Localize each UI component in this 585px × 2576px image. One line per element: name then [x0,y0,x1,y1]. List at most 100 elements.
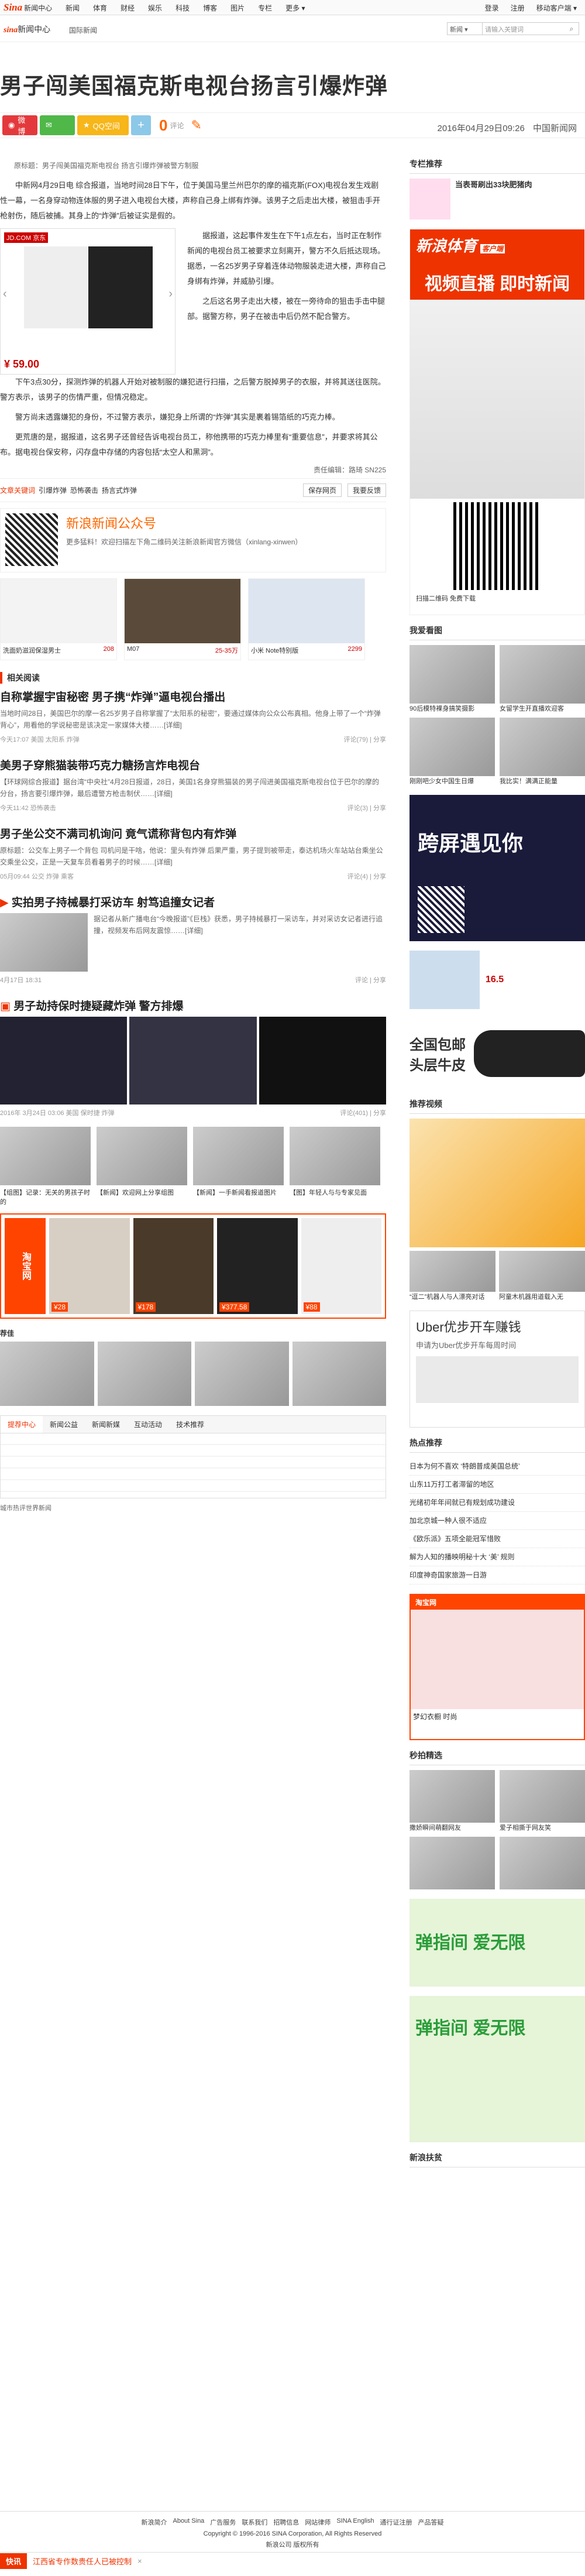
app-ad[interactable]: 弹指间 爱无限 [410,1899,585,1987]
tab-recommend-center[interactable]: 提荐中心 [1,1416,43,1433]
pic-card[interactable]: 我比实！满满正能量 [500,718,585,786]
related-item-stat[interactable]: 评论(79) | 分享 [343,735,386,744]
recommend-image[interactable] [195,1342,289,1406]
related-item-stat[interactable]: 评论 | 分享 [355,975,386,985]
taobao-product[interactable]: ¥377.58 [217,1218,298,1314]
breadcrumb[interactable]: 国际新闻 [69,25,97,35]
second-card[interactable] [410,1837,495,1889]
app-ad[interactable]: 弹指间 爱无限 [410,1996,585,2142]
taobao-product[interactable]: ¥88 [301,1218,381,1314]
tag-link[interactable]: 引爆炸弹 [39,485,67,495]
bottom-links[interactable]: 城市热评世界新闻 [0,1503,386,1512]
related-item-tags[interactable]: 恐怖袭击 [30,805,56,812]
hot-item[interactable]: 加北京城一种人很不适应 [410,1512,585,1530]
header-logo[interactable]: sina新闻中心 [4,23,50,35]
video-banner[interactable] [410,1119,585,1247]
cross-screen-ad[interactable]: 跨屏遇见你 [410,795,585,941]
sina-logo[interactable]: Sina 新闻中心 [4,1,52,14]
column-thumb[interactable] [410,179,450,219]
photo-card[interactable]: 【图】年轻人与与专家见面 [290,1127,380,1206]
nav-column[interactable]: 专栏 [258,3,272,13]
footer-link[interactable]: 产品答疑 [418,2517,444,2527]
nav-tech[interactable]: 科技 [176,3,190,13]
pic-card[interactable]: 90后模特裸身搞笑摄影 [410,645,495,713]
jd-product-ad[interactable]: JD.COM 京东 ‹ › ¥ 59.00 [0,228,176,375]
column-item[interactable]: 当表哥刷出33块肥猪肉 [455,179,532,219]
gallery-image[interactable] [0,1017,128,1105]
save-page-button[interactable]: 保存网页 [302,483,342,497]
footer-link[interactable]: 通行证注册 [380,2517,412,2527]
related-item-title[interactable]: 自称掌握宇宙秘密 男子携“炸弹”逼电视台播出 [0,688,386,704]
product-card[interactable]: 小米 Note特别版 2299 [248,578,365,660]
photo-card[interactable]: 【新闻】一手新闻看报道图片 [193,1127,284,1206]
product-card[interactable]: 洗面奶滋润保湿男士 208 [0,578,117,660]
hot-item[interactable]: 解为人知的播映明秘十大 ‘美’ 规则 [410,1548,585,1566]
related-item-stat[interactable]: 评论(3) | 分享 [347,803,386,812]
search-input[interactable]: 请输入关键词 [483,23,565,35]
login-link[interactable]: 登录 [485,3,499,13]
related-item-tags[interactable]: 美国 太阳系 炸弹 [31,736,80,743]
shoe-ad[interactable]: 全国包邮 头层牛皮 [410,1018,585,1089]
hot-item[interactable]: 《欧乐派》五项全能冠军惜败 [410,1530,585,1548]
recommend-image[interactable] [0,1342,94,1406]
tab-interactive[interactable]: 互动活动 [127,1416,169,1433]
second-card[interactable]: 爱子相撕于网友笑 [500,1770,585,1832]
tag-link[interactable]: 扬言式炸弹 [102,485,137,495]
gallery-stat[interactable]: 评论(401) | 分享 [340,1108,386,1117]
gallery-image[interactable] [129,1017,257,1105]
footer-link[interactable]: 联系我们 [242,2517,267,2527]
nav-photo[interactable]: 图片 [230,3,245,13]
pic-card[interactable]: 刚刚吧少女中国生日爆 [410,718,495,786]
nav-blog[interactable]: 博客 [203,3,217,13]
comment-counter[interactable]: 0 评论 ✎ [159,116,202,135]
close-icon[interactable]: × [137,2557,142,2565]
nav-news[interactable]: 新闻 [66,3,80,13]
hot-item[interactable]: 光绪初年年间就已有规划成功建设 [410,1494,585,1512]
article-source[interactable]: 中国新闻网 [533,124,577,133]
feedback-button[interactable]: 我要反馈 [347,483,386,497]
related-item-tags[interactable]: 公交 炸弹 乘客 [32,873,74,880]
photo-card[interactable]: 【组图】记录：无关的男孩子时的 [0,1127,91,1206]
prev-arrow-icon[interactable]: ‹ [3,287,7,301]
taobao-ad[interactable]: 淘宝网 ¥28 ¥178 ¥377.58 ¥88 [0,1213,386,1319]
tag-link[interactable]: 恐怖袭击 [70,485,98,495]
taobao-product[interactable]: ¥28 [49,1218,130,1314]
hot-item[interactable]: 日本为何不喜欢 ‘特朗普成美国总统’ [410,1457,585,1476]
video-card[interactable]: “逗二”机器人与人漂亮对话 [410,1251,495,1301]
photo-gallery-title[interactable]: ▣ 男子劫持保时捷疑藏炸弹 警方排爆 [0,997,386,1013]
search-icon[interactable]: ⌕ [565,23,579,35]
related-item-title[interactable]: 美男子穿熊猫装带巧克力糖扬言炸电视台 [0,757,386,773]
gallery-tags[interactable]: 美国 保时捷 炸弹 [66,1110,115,1117]
gallery-image[interactable] [259,1017,386,1105]
nav-finance[interactable]: 财经 [121,3,135,13]
uber-ad[interactable]: Uber优步开车赚钱 申请为Uber优步开车每周时间 [410,1311,585,1428]
product-promo[interactable]: 16.5 [410,951,585,1009]
footer-link[interactable]: 招聘信息 [273,2517,299,2527]
photo-card[interactable]: 【新闻】欢迎网上分享组图 [97,1127,187,1206]
more-share-button[interactable]: + [131,115,151,135]
nav-sports[interactable]: 体育 [93,3,107,13]
next-arrow-icon[interactable]: › [168,287,173,301]
footer-link[interactable]: SINA English [336,2517,374,2527]
mobile-client-link[interactable]: 移动客户端 ▾ [536,3,577,13]
taobao-product[interactable]: ¥178 [133,1218,214,1314]
related-item-stat[interactable]: 评论(4) | 分享 [347,872,386,881]
search-select[interactable]: 新闻 ▾ [448,23,483,35]
footer-link[interactable]: 新浪简介 [141,2517,167,2527]
video-card[interactable]: 阿童木机器用道载入无 [499,1251,585,1301]
hot-item[interactable]: 印度神奇国家旅游一日游 [410,1566,585,1584]
related-item-title[interactable]: 男子坐公交不满司机询问 竟气谎称背包内有炸弹 [0,825,386,841]
video-thumbnail[interactable] [0,913,88,972]
flash-text[interactable]: 江西省专作数贵任人已被控制 [33,2556,132,2567]
recommend-image[interactable] [292,1342,386,1406]
sina-sports-ad[interactable]: 新浪体育 客户端 视频直播 即时新闻 扫描二维码 免费下载 [410,229,585,615]
related-item-title[interactable]: ▶ 实拍男子持械暴打采访车 射笃追撞女记者 [0,894,386,910]
nav-ent[interactable]: 娱乐 [148,3,162,13]
footer-link[interactable]: 广告服务 [210,2517,236,2527]
second-card[interactable]: 撒娇瞬间萌翻网友 [410,1770,495,1832]
second-card[interactable] [500,1837,585,1889]
wechat-share-button[interactable]: ✉ [40,115,75,135]
recommend-image[interactable] [97,1342,191,1406]
qzone-share-button[interactable]: ★ QQ空间 [77,115,129,135]
register-link[interactable]: 注册 [511,3,525,13]
